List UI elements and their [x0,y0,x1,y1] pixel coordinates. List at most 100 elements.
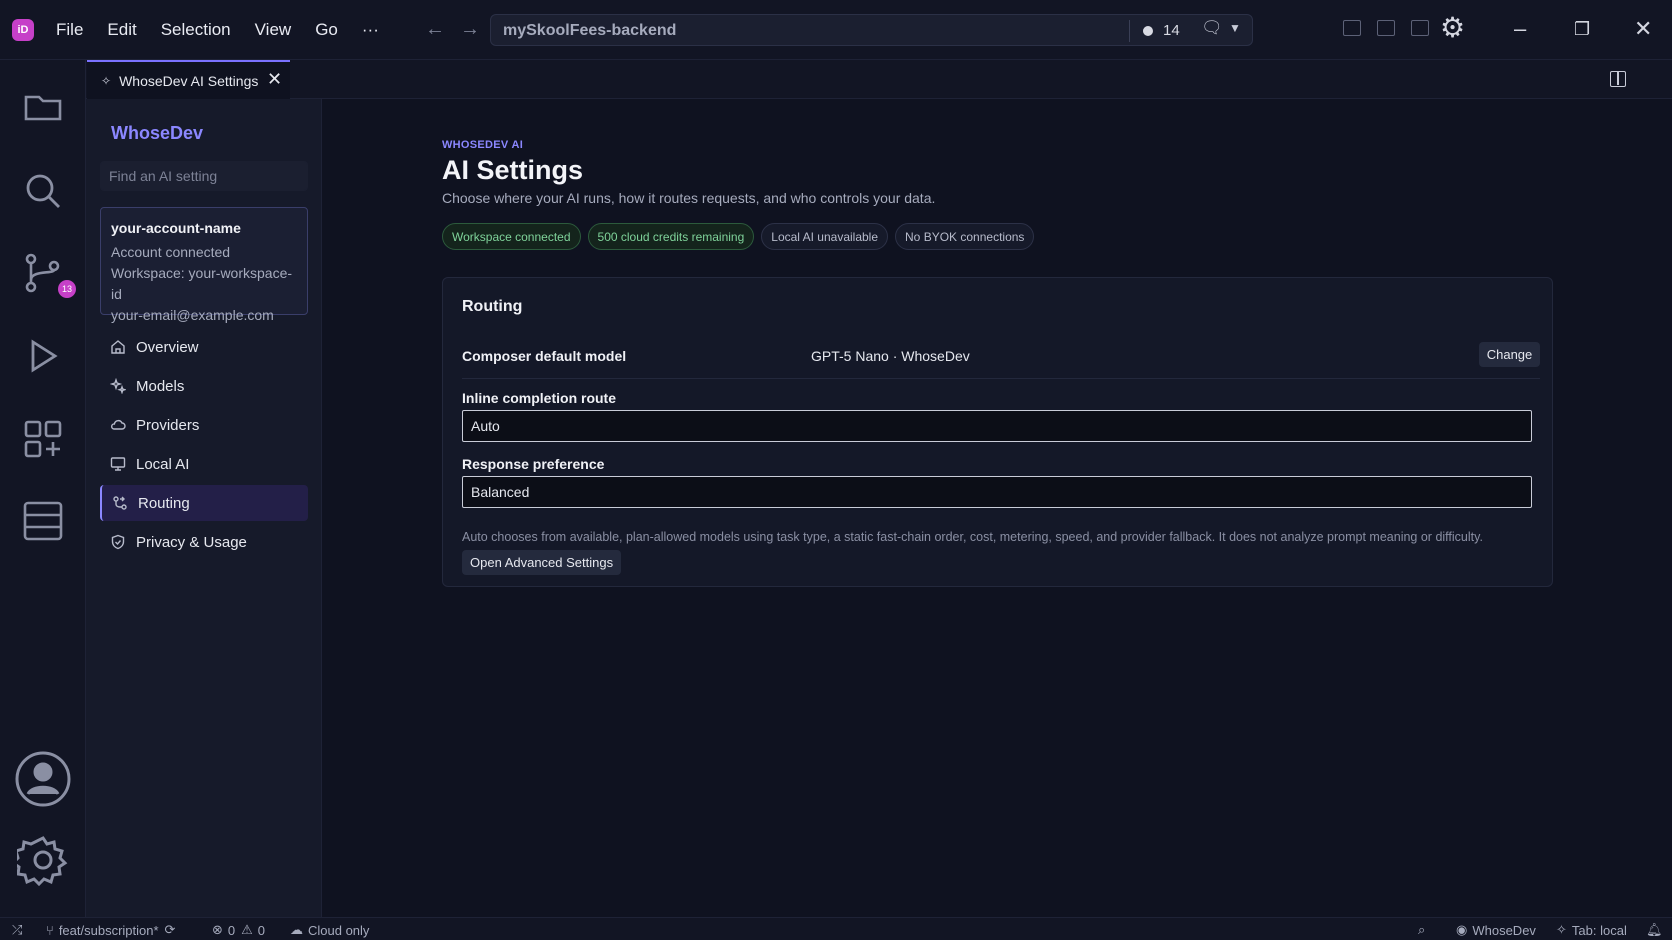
status-badge: 500 cloud credits remaining [587,223,755,250]
sidebar-item-label: Local AI [136,455,190,473]
sidebar-item-label: Models [136,377,185,395]
sparkle-icon: ✧ [101,73,112,88]
chevron-down-icon[interactable]: ▼ [1229,21,1241,35]
warning-icon: ⚠ [241,922,253,937]
source-control-badge: 13 [58,280,76,298]
editor-tab-strip: ✧ WhoseDev AI Settings ✕ ··· [86,60,1672,99]
account-icon[interactable] [14,750,72,808]
run-icon[interactable] [20,333,66,379]
remote-icon[interactable]: ⤮ [12,922,22,938]
routing-help-text: Auto chooses from available, plan-allowe… [462,530,1483,544]
status-bar: ⤮ ⑂ feat/subscription* ⟳ ⊗ 0 ⚠ 0 ☁ Cloud… [0,917,1672,940]
close-window-icon[interactable]: ✕ [1634,14,1652,44]
menu-bar: File Edit Selection View Go ··· [56,0,403,60]
page-title: AI Settings [442,155,584,185]
menu-go[interactable]: Go [315,20,338,40]
sidebar-item-label: Providers [136,416,200,434]
notifications-bell-icon[interactable]: 🔔︎ [1646,922,1663,938]
sidebar-item-routing[interactable]: Routing [100,485,308,521]
sidebar-item-models[interactable]: Models [100,368,308,404]
account-name: your-account-name [111,220,241,236]
minimize-icon[interactable]: – [1514,14,1526,44]
error-icon: ⊗ [212,922,223,937]
menu-file[interactable]: File [56,20,83,40]
command-center[interactable]: mySkoolFees-backend 14 🗨 ▼ [490,14,1253,46]
status-dot-icon [1143,26,1153,36]
page-eyebrow: WHOSEDEV AI [442,139,524,151]
indicator-count: 14 [1163,22,1180,39]
toggle-secondary-sidebar-icon[interactable] [1411,20,1429,36]
sparkle-icon: ✧ [1556,922,1567,937]
command-center-title: mySkoolFees-backend [503,22,677,39]
sync-icon: ⟳ [164,922,176,937]
sidebar-item-label: Overview [136,338,199,356]
branch-icon: ⑂ [46,922,54,938]
database-icon[interactable] [20,498,66,544]
settings-sidebar: WhoseDev your-account-name Account conne… [86,99,322,917]
inline-route-select[interactable]: Auto [462,410,1532,442]
branch-status[interactable]: ⑂ feat/subscription* ⟳ [46,922,180,938]
problems-status[interactable]: ⊗ 0 ⚠ 0 [212,922,265,938]
account-workspace: Workspace: your-workspace-id [111,265,293,302]
sidebar-item-privacy-usage[interactable]: Privacy & Usage [100,524,308,560]
tab-ai-settings[interactable]: ✧ WhoseDev AI Settings ✕ [87,60,290,99]
settings-nav: Overview Models Providers Local AI Routi… [100,329,308,563]
response-preference-select[interactable]: Balanced [462,476,1532,508]
cloud-status[interactable]: ☁ Cloud only [290,922,369,938]
divider [462,378,1540,379]
title-bar: iD File Edit Selection View Go ··· ← → m… [0,0,1672,60]
toggle-primary-sidebar-icon[interactable] [1343,20,1361,36]
tab-mode-status[interactable]: ✧ Tab: local [1556,922,1627,938]
shield-icon [110,534,126,550]
routing-card: Routing Composer default model GPT-5 Nan… [442,277,1553,587]
menu-edit[interactable]: Edit [107,20,136,40]
account-icon: ◉ [1456,922,1468,937]
tab-mode-label: Tab: local [1571,922,1627,938]
inline-route-label: Inline completion route [462,390,617,406]
close-icon[interactable]: ✕ [267,69,282,90]
extensions-icon[interactable] [20,416,66,462]
branch-name: feat/subscription* [58,922,159,938]
setting-search-input[interactable] [100,161,308,191]
forward-arrow-icon[interactable]: → [460,18,480,41]
card-title: Routing [462,298,523,315]
open-advanced-settings-button[interactable]: Open Advanced Settings [462,550,622,575]
restore-icon[interactable]: ❐ [1574,14,1590,44]
status-badges: Workspace connected 500 cloud credits re… [442,223,1041,250]
settings-main: WHOSEDEV AI AI Settings Choose where you… [322,99,1672,917]
sparkle-icon [110,378,126,394]
monitor-icon [110,456,126,472]
cloud-icon: ☁ [290,922,303,937]
sidebar-item-providers[interactable]: Providers [100,407,308,443]
back-arrow-icon[interactable]: ← [425,18,445,41]
sidebar-item-label: Routing [138,494,190,512]
brand-title: WhoseDev [111,123,204,143]
toggle-panel-icon[interactable] [1377,20,1395,36]
account-label: WhoseDev [1472,922,1536,938]
composer-model-label: Composer default model [462,348,627,364]
search-icon[interactable] [20,168,66,214]
account-status: Account connected [111,244,231,260]
status-badge: No BYOK connections [895,223,1035,250]
account-card: your-account-name Account connected Work… [100,207,308,323]
split-editor-icon[interactable] [1610,71,1626,87]
zoom-icon[interactable]: ⌕ [1418,922,1425,938]
explorer-icon[interactable] [20,85,66,131]
account-status[interactable]: ◉ WhoseDev [1456,922,1536,938]
chat-icon[interactable]: 🗨 [1201,18,1223,38]
change-model-button[interactable]: Change [1479,342,1540,367]
page-subtitle: Choose where your AI runs, how it routes… [442,190,936,206]
status-badge: Workspace connected [442,223,581,250]
menu-view[interactable]: View [255,20,292,40]
settings-gear-icon[interactable] [10,834,69,887]
menu-selection[interactable]: Selection [161,20,231,40]
menu-more[interactable]: ··· [362,20,379,40]
sidebar-item-overview[interactable]: Overview [100,329,308,365]
routing-icon [112,495,128,511]
warning-count: 0 [257,922,266,938]
response-preference-label: Response preference [462,456,605,472]
sidebar-item-local-ai[interactable]: Local AI [100,446,308,482]
gear-icon[interactable]: ⚙ [1440,13,1465,43]
sidebar-item-label: Privacy & Usage [136,533,247,551]
app-logo: iD [12,19,34,41]
